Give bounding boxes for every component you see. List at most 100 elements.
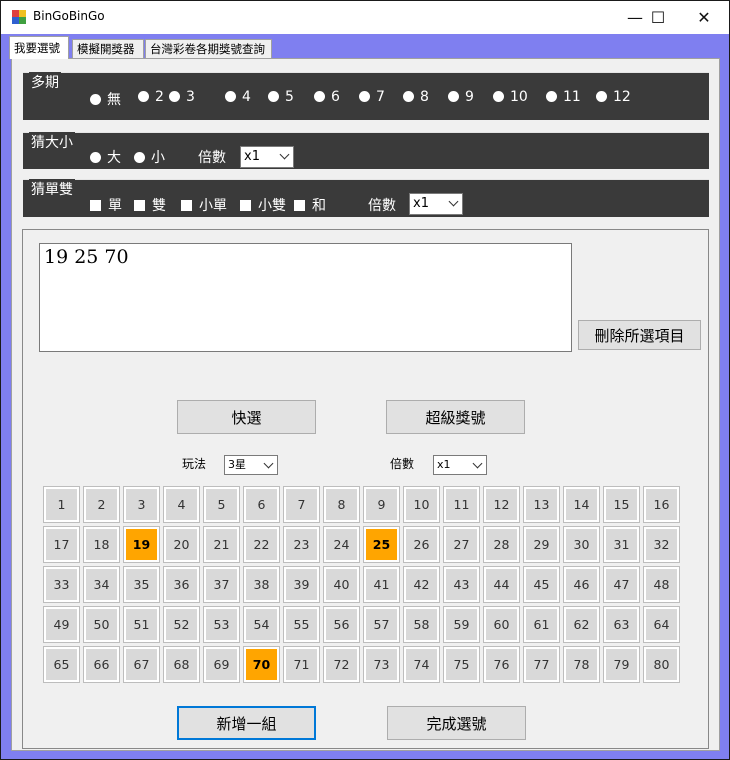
number-cell[interactable]: 66 — [83, 646, 120, 683]
number-cell[interactable]: 3 — [123, 486, 160, 523]
number-cell[interactable]: 56 — [323, 606, 360, 643]
radio-period-7[interactable]: 8 — [403, 89, 429, 105]
number-cell[interactable]: 21 — [203, 526, 240, 563]
number-cell[interactable]: 76 — [483, 646, 520, 683]
close-button[interactable]: ✕ — [681, 1, 727, 34]
number-cell[interactable]: 68 — [163, 646, 200, 683]
number-cell[interactable]: 13 — [523, 486, 560, 523]
number-cell[interactable]: 35 — [123, 566, 160, 603]
number-cell[interactable]: 54 — [243, 606, 280, 643]
number-cell[interactable]: 37 — [203, 566, 240, 603]
number-cell[interactable]: 67 — [123, 646, 160, 683]
number-cell[interactable]: 36 — [163, 566, 200, 603]
checkbox-odd[interactable]: 單 — [90, 195, 122, 215]
number-cell[interactable]: 52 — [163, 606, 200, 643]
number-cell[interactable]: 50 — [83, 606, 120, 643]
radio-period-1[interactable]: 2 — [138, 89, 164, 105]
number-cell[interactable]: 11 — [443, 486, 480, 523]
number-cell[interactable]: 12 — [483, 486, 520, 523]
number-cell[interactable]: 51 — [123, 606, 160, 643]
number-cell[interactable]: 34 — [83, 566, 120, 603]
number-cell[interactable]: 46 — [563, 566, 600, 603]
number-cell[interactable]: 41 — [363, 566, 400, 603]
number-cell[interactable]: 45 — [523, 566, 560, 603]
number-cell[interactable]: 4 — [163, 486, 200, 523]
number-cell[interactable]: 63 — [603, 606, 640, 643]
number-cell[interactable]: 57 — [363, 606, 400, 643]
number-cell[interactable]: 7 — [283, 486, 320, 523]
super-number-button[interactable]: 超級獎號 — [386, 400, 525, 434]
number-cell[interactable]: 31 — [603, 526, 640, 563]
checkbox-small-odd[interactable]: 小單 — [181, 195, 227, 215]
number-cell[interactable]: 73 — [363, 646, 400, 683]
tab-history-query[interactable]: 台灣彩卷各期獎號查詢 — [145, 39, 272, 59]
number-cell[interactable]: 18 — [83, 526, 120, 563]
number-cell[interactable]: 43 — [443, 566, 480, 603]
number-cell[interactable]: 16 — [643, 486, 680, 523]
tab-pick-numbers[interactable]: 我要選號 — [9, 36, 69, 59]
done-button[interactable]: 完成選號 — [387, 706, 526, 740]
number-cell[interactable]: 26 — [403, 526, 440, 563]
radio-big[interactable]: 大 — [90, 147, 121, 167]
number-cell[interactable]: 5 — [203, 486, 240, 523]
big-small-multiplier-select[interactable]: x1 — [240, 146, 294, 168]
number-cell[interactable]: 27 — [443, 526, 480, 563]
number-cell[interactable]: 47 — [603, 566, 640, 603]
checkbox-even[interactable]: 雙 — [134, 195, 166, 215]
number-cell[interactable]: 72 — [323, 646, 360, 683]
radio-period-5[interactable]: 6 — [314, 89, 340, 105]
odd-even-multiplier-select[interactable]: x1 — [409, 193, 463, 215]
number-cell[interactable]: 62 — [563, 606, 600, 643]
number-cell[interactable]: 40 — [323, 566, 360, 603]
number-cell[interactable]: 42 — [403, 566, 440, 603]
radio-small[interactable]: 小 — [134, 147, 165, 167]
number-cell[interactable]: 74 — [403, 646, 440, 683]
number-cell[interactable]: 53 — [203, 606, 240, 643]
number-cell[interactable]: 49 — [43, 606, 80, 643]
number-cell[interactable]: 30 — [563, 526, 600, 563]
checkbox-tie[interactable]: 和 — [294, 195, 326, 215]
number-cell[interactable]: 6 — [243, 486, 280, 523]
number-cell[interactable]: 61 — [523, 606, 560, 643]
number-cell[interactable]: 25 — [363, 526, 400, 563]
maximize-button[interactable]: ☐ — [635, 1, 681, 34]
multiplier-select[interactable]: x1 — [433, 455, 487, 475]
number-cell[interactable]: 77 — [523, 646, 560, 683]
number-cell[interactable]: 29 — [523, 526, 560, 563]
radio-period-6[interactable]: 7 — [359, 89, 385, 105]
number-cell[interactable]: 64 — [643, 606, 680, 643]
radio-period-8[interactable]: 9 — [448, 89, 474, 105]
number-cell[interactable]: 28 — [483, 526, 520, 563]
radio-period-3[interactable]: 4 — [225, 89, 251, 105]
number-cell[interactable]: 24 — [323, 526, 360, 563]
number-cell[interactable]: 9 — [363, 486, 400, 523]
number-cell[interactable]: 32 — [643, 526, 680, 563]
number-cell[interactable]: 78 — [563, 646, 600, 683]
number-cell[interactable]: 80 — [643, 646, 680, 683]
number-cell[interactable]: 65 — [43, 646, 80, 683]
radio-period-10[interactable]: 11 — [546, 89, 581, 105]
radio-period-0[interactable]: 無 — [90, 89, 121, 109]
tab-draw-simulator[interactable]: 模擬開獎器 — [72, 39, 144, 59]
number-cell[interactable]: 8 — [323, 486, 360, 523]
radio-period-4[interactable]: 5 — [268, 89, 294, 105]
number-cell[interactable]: 60 — [483, 606, 520, 643]
number-cell[interactable]: 38 — [243, 566, 280, 603]
number-cell[interactable]: 59 — [443, 606, 480, 643]
radio-period-11[interactable]: 12 — [596, 89, 631, 105]
number-cell[interactable]: 17 — [43, 526, 80, 563]
number-cell[interactable]: 79 — [603, 646, 640, 683]
number-cell[interactable]: 33 — [43, 566, 80, 603]
quick-pick-button[interactable]: 快選 — [177, 400, 316, 434]
number-cell[interactable]: 10 — [403, 486, 440, 523]
play-mode-select[interactable]: 3星 — [224, 455, 278, 475]
radio-period-9[interactable]: 10 — [493, 89, 528, 105]
number-cell[interactable]: 70 — [243, 646, 280, 683]
number-cell[interactable]: 14 — [563, 486, 600, 523]
number-cell[interactable]: 15 — [603, 486, 640, 523]
number-cell[interactable]: 23 — [283, 526, 320, 563]
number-cell[interactable]: 22 — [243, 526, 280, 563]
number-cell[interactable]: 2 — [83, 486, 120, 523]
number-cell[interactable]: 71 — [283, 646, 320, 683]
number-cell[interactable]: 69 — [203, 646, 240, 683]
